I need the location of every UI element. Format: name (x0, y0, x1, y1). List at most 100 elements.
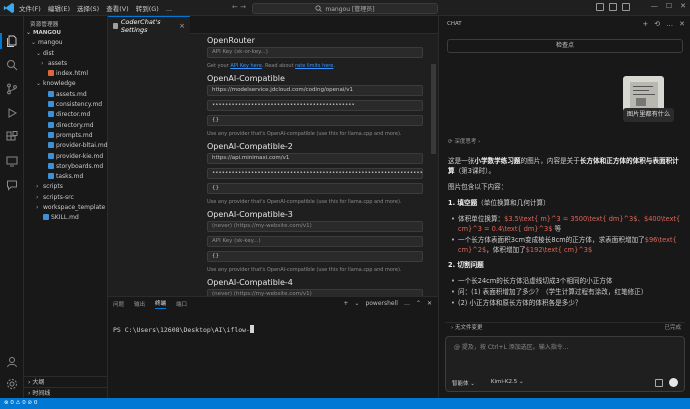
tree-item[interactable]: prompts.md (24, 131, 107, 141)
api-key-field[interactable]: API Key (sk-key...) (207, 236, 423, 247)
base-url-field[interactable]: (never) (https://my-website.com/v1) (207, 289, 423, 296)
thinking-toggle[interactable]: ⟳ 深度思考 › (448, 137, 480, 145)
close-panel-icon[interactable]: ✕ (427, 300, 432, 307)
html-file-icon (48, 70, 54, 77)
tree-item-label: knowledge (43, 80, 76, 88)
terminal-dropdown-icon[interactable]: ⌄ (354, 300, 359, 307)
tree-item[interactable]: › scripts-src (24, 193, 107, 203)
chevron-right-icon: › (36, 193, 39, 201)
run-debug-icon[interactable] (6, 107, 18, 119)
chat-more-icon[interactable]: … (666, 20, 673, 28)
tree-item[interactable]: › scripts (24, 182, 107, 192)
account-icon[interactable] (6, 356, 18, 368)
close-window-icon[interactable]: ✕ (680, 2, 686, 10)
chat-input[interactable]: @ 提及，按 Ctrl+L 添加选区。输入指令... 智能体 ⌄ Kimi-K2… (445, 336, 685, 392)
api-key-field[interactable]: ••••••••••••••••••••••••••••••••••••••••… (207, 100, 423, 111)
file-changes-bar[interactable]: › 无文件变更 已完成 (445, 322, 685, 334)
menu-item[interactable]: 查看(V) (106, 5, 129, 13)
models-json-field[interactable]: {} (207, 115, 423, 126)
toggle-secondary-sidebar-icon[interactable] (622, 3, 630, 11)
api-key-link[interactable]: API Key here (230, 63, 261, 69)
menu-item[interactable]: 文件(F) (19, 5, 41, 13)
tree-item[interactable]: index.html (24, 69, 107, 79)
rate-limits-link[interactable]: rate limits here (295, 63, 333, 69)
manage-gear-icon[interactable] (6, 378, 18, 390)
more-actions-icon[interactable]: … (404, 300, 410, 307)
markdown-file-icon (48, 101, 54, 108)
chat-input-placeholder: @ 提及，按 Ctrl+L 添加选区。输入指令... (454, 344, 569, 351)
panel-tab[interactable]: 端口 (176, 300, 187, 308)
close-icon[interactable]: × (179, 22, 185, 30)
editor-scrollbar[interactable] (431, 64, 436, 154)
models-json-field[interactable]: {} (207, 251, 423, 262)
tab-settings[interactable]: CoderChat's Settings × (108, 16, 190, 34)
hint-post: . (333, 63, 335, 69)
chevron-right-icon: › (41, 59, 44, 67)
nav-arrows[interactable]: ← → (232, 3, 246, 11)
model-dropdown[interactable]: Kimi-K2.5 ⌄ (491, 379, 524, 387)
openrouter-hint: Get your API Key here. Read about rate l… (207, 62, 423, 70)
base-url-field[interactable]: (never) (https://my-website.com/v1) (207, 221, 423, 232)
panel-tab[interactable]: 输出 (134, 300, 145, 308)
api-key-field[interactable]: ••••••••••••••••••••••••••••••••••••••••… (207, 168, 423, 179)
menu-item[interactable]: 选择(S) (77, 5, 99, 13)
panel-tab[interactable]: 终端 (155, 299, 167, 309)
tree-item[interactable]: consistency.md (24, 100, 107, 110)
tree-item[interactable]: directory.md (24, 121, 107, 131)
source-control-icon[interactable] (6, 83, 18, 95)
outline-section[interactable]: › 大纲 (24, 376, 108, 387)
chat-view-icon[interactable] (6, 179, 18, 191)
tree-item[interactable]: provider-kie.md (24, 152, 107, 162)
tree-item[interactable]: SKILL.md (24, 213, 107, 223)
command-center-search[interactable]: mangou [管理员] (252, 3, 438, 14)
terminal-shell-label[interactable]: powershell (365, 300, 398, 307)
tree-item[interactable]: ⌄ knowledge (24, 79, 107, 89)
models-json-field[interactable]: {} (207, 183, 423, 194)
checkpoint-button[interactable]: 检查点 (447, 39, 683, 53)
history-icon[interactable]: ⟲ (654, 20, 660, 28)
remote-explorer-icon[interactable] (6, 155, 18, 167)
tree-item[interactable]: assets.md (24, 90, 107, 100)
menu-item[interactable]: 编辑(E) (48, 5, 70, 13)
markdown-file-icon (48, 142, 54, 149)
mode-dropdown[interactable]: 智能体 ⌄ (452, 379, 475, 387)
settings-editor: OpenRouter API Key (sk-or-key...) Get yo… (108, 34, 438, 296)
tree-item[interactable]: tasks.md (24, 172, 107, 182)
section-1-sub: （单位换算和几何计算） (477, 199, 550, 207)
explorer-icon[interactable] (6, 35, 18, 47)
new-terminal-icon[interactable]: + (343, 300, 348, 307)
response-includes: 图片包含以下内容： (448, 183, 508, 191)
timeline-section[interactable]: › 时间线 (24, 387, 108, 398)
response-intro: 这是一张小学数学练习题的图片，内容是关于长方体和正方体的体积与表面积计算（第3课… (448, 157, 679, 175)
base-url-field[interactable]: https://modelservice.jdcloud.com/coding/… (207, 85, 423, 96)
toggle-sidebar-icon[interactable] (596, 3, 604, 11)
tree-item[interactable]: › assets (24, 59, 107, 69)
tree-item[interactable]: ⌄ mangou (24, 38, 107, 48)
terminal-cursor (249, 325, 254, 333)
maximize-panel-icon[interactable]: ⌃ (416, 300, 421, 307)
tree-item[interactable]: storyboards.md (24, 162, 107, 172)
tree-item[interactable]: director.md (24, 110, 107, 120)
maximize-icon[interactable]: ☐ (666, 2, 672, 10)
new-chat-icon[interactable]: + (642, 20, 648, 28)
tree-item[interactable]: ⌄ dist (24, 49, 107, 59)
tree-item[interactable]: provider-bltai.md (24, 141, 108, 151)
menu-item[interactable]: ... (166, 5, 172, 13)
menu-item[interactable]: 转到(G) (136, 5, 159, 13)
base-url-field[interactable]: https://api.minimaxi.com/v1 (207, 153, 423, 164)
openrouter-api-key-field[interactable]: API Key (sk-or-key...) (207, 47, 423, 58)
panel-tab[interactable]: 问题 (113, 300, 124, 308)
close-chat-icon[interactable]: ✕ (679, 20, 685, 28)
send-icon[interactable] (669, 378, 678, 387)
extensions-icon[interactable] (6, 131, 18, 143)
toggle-panel-icon[interactable] (609, 3, 617, 11)
attach-image-icon[interactable] (655, 378, 663, 387)
search-view-icon[interactable] (6, 59, 18, 71)
list-item: 一个长24cm的长方体沿虚线切成3个相同的小正方体 (451, 276, 684, 286)
minimize-icon[interactable]: — (651, 2, 658, 10)
workspace-root[interactable]: ⌄ MANGOU (24, 28, 107, 38)
terminal-output[interactable]: PS C:\Users\12608\Desktop\AI\iflow- (113, 325, 254, 334)
tree-item[interactable]: › workspace_template (24, 203, 107, 213)
list-item: 一个长方体表面积3cm变成棱长8cm的正方体，求表面积增加了$96\text{ … (451, 235, 684, 255)
problems-status[interactable]: ⊗ 0 ⚠ 0 ⊘ 0 (4, 400, 37, 406)
